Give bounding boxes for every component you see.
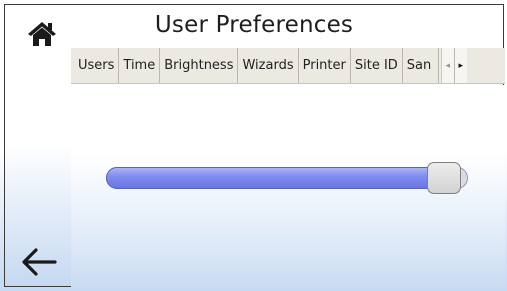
tab-site-id[interactable]: Site ID <box>351 48 403 83</box>
tab-san[interactable]: San <box>403 48 439 83</box>
slider-thumb[interactable] <box>427 162 461 194</box>
slider-fill <box>106 167 457 189</box>
tab-time[interactable]: Time <box>119 48 161 83</box>
tab-wizards[interactable]: Wizards <box>238 48 299 83</box>
tab-scroll-left-button[interactable]: ◂ <box>440 48 454 83</box>
tab-printer[interactable]: Printer <box>299 48 351 83</box>
back-button[interactable] <box>19 244 59 280</box>
tab-scroll-controls: ◂ ▸ <box>440 48 467 83</box>
tab-brightness[interactable]: Brightness <box>160 48 239 83</box>
arrow-left-icon <box>22 248 57 276</box>
tab-bar: Users Time Brightness Wizards Printer Si… <box>71 48 505 84</box>
screen-frame: User Preferences Users Time Brightness W… <box>4 4 505 288</box>
tab-users[interactable]: Users <box>71 48 120 83</box>
brightness-slider[interactable] <box>106 162 468 194</box>
tab-scroll-right-button[interactable]: ▸ <box>453 48 467 83</box>
brightness-panel <box>71 85 505 288</box>
page-title: User Preferences <box>154 12 354 38</box>
